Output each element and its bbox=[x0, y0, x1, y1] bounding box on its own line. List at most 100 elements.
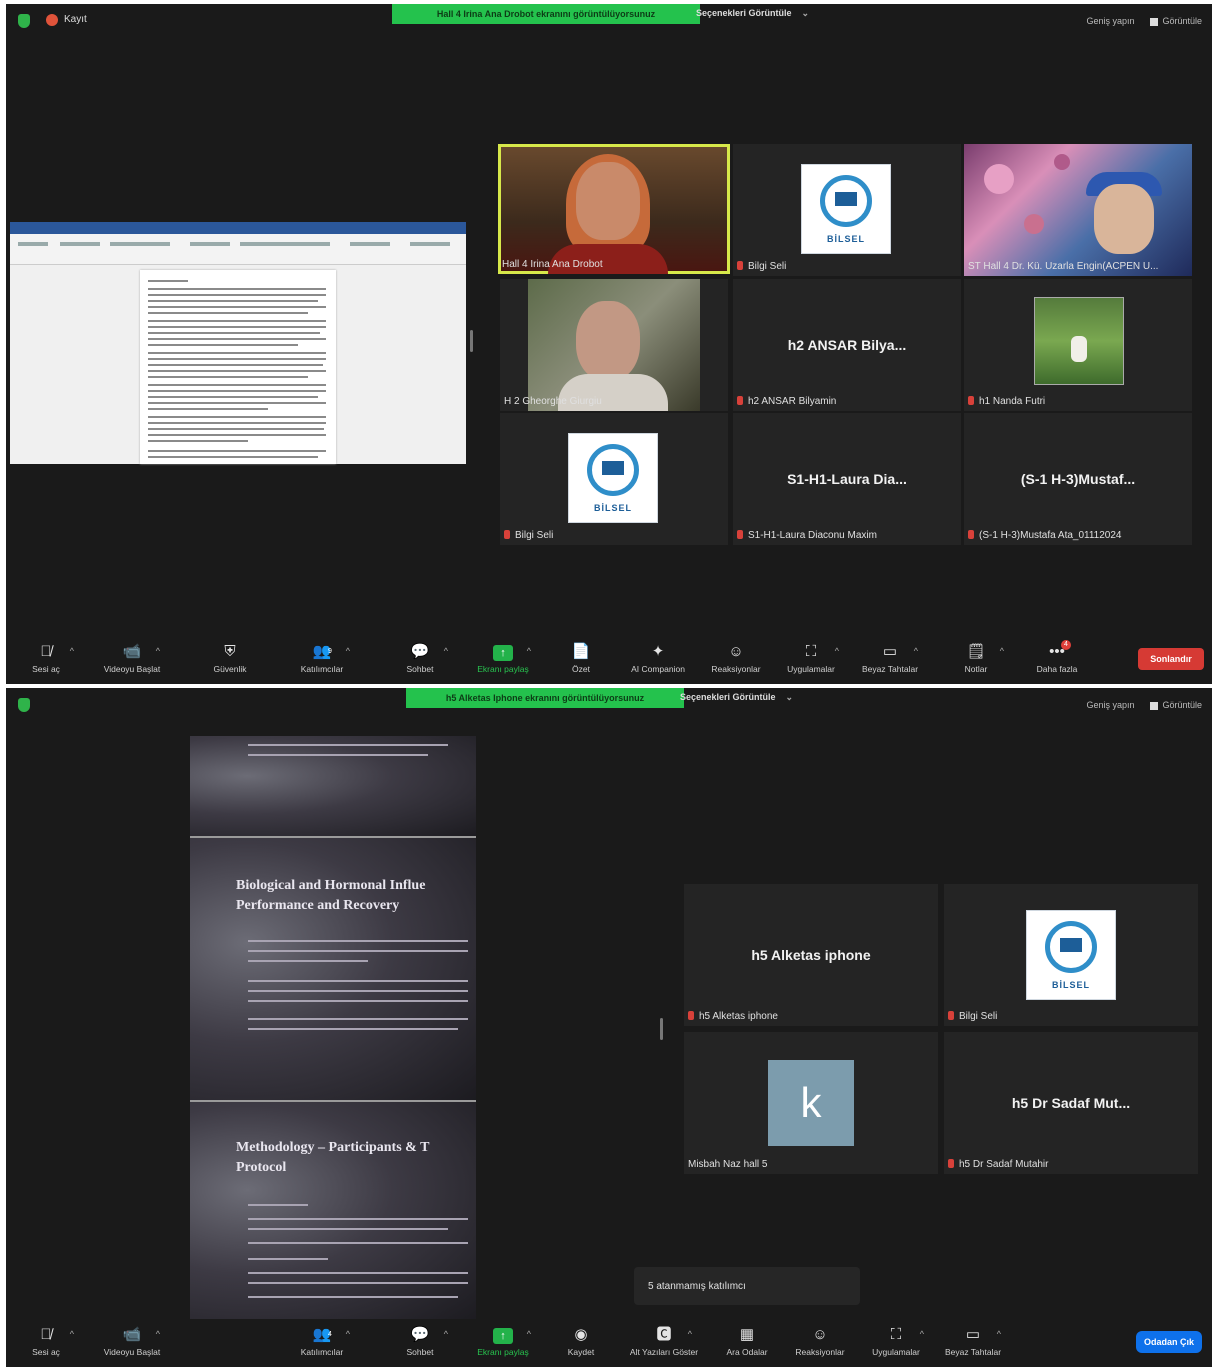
chat-button[interactable]: 💬 Sohbet ^ bbox=[380, 642, 460, 674]
chevron-up-icon[interactable]: ^ bbox=[70, 1329, 74, 1339]
ai-companion-label: AI Companion bbox=[631, 664, 685, 674]
record-button[interactable]: ◉ Kaydet bbox=[541, 1325, 621, 1357]
bilsel-logo: BİLSEL bbox=[1026, 910, 1116, 1000]
split-handle[interactable] bbox=[470, 330, 473, 352]
more-label: Daha fazla bbox=[1036, 664, 1078, 674]
chat-button[interactable]: 💬 Sohbet ^ bbox=[380, 1325, 460, 1357]
security-shield-icon[interactable] bbox=[18, 14, 30, 28]
chevron-up-icon[interactable]: ^ bbox=[527, 646, 531, 656]
unmute-button[interactable]: 🎙̸ Sesi aç ^ bbox=[6, 642, 86, 674]
participants-button[interactable]: 👥 4 Katılımcılar ^ bbox=[282, 1325, 362, 1357]
participant-tile[interactable]: H 2 Gheorghe Giurgiu bbox=[500, 279, 728, 411]
whiteboard-icon: ▭ bbox=[965, 1326, 981, 1343]
participant-tile[interactable]: BİLSEL Bilgi Seli bbox=[944, 884, 1198, 1026]
chevron-up-icon[interactable]: ^ bbox=[1000, 646, 1004, 656]
unassigned-participants-notice[interactable]: 5 atanmamış katılımcı bbox=[634, 1267, 860, 1305]
chevron-up-icon[interactable]: ^ bbox=[346, 1329, 350, 1339]
chevron-up-icon[interactable]: ^ bbox=[920, 1329, 924, 1339]
view-options-button[interactable]: Seçenekleri Görüntüle ⌄ bbox=[696, 8, 809, 19]
view-options-button[interactable]: Seçenekleri Görüntüle ⌄ bbox=[680, 692, 793, 703]
breakout-rooms-button[interactable]: ▦ Ara Odalar bbox=[707, 1325, 787, 1357]
record-label: Kaydet bbox=[567, 1347, 595, 1357]
notes-icon: 🗒 bbox=[966, 643, 986, 660]
avatar: k bbox=[768, 1060, 854, 1146]
participant-tile[interactable]: k Misbah Naz hall 5 bbox=[684, 1032, 938, 1174]
view-options-label: Seçenekleri Görüntüle bbox=[680, 692, 776, 702]
participant-tile[interactable]: h5 Dr Sadaf Mut... h5 Dr Sadaf Mutahir bbox=[944, 1032, 1198, 1174]
chevron-up-icon[interactable]: ^ bbox=[688, 1329, 692, 1339]
participant-tile[interactable]: Hall 4 Irina Ana Drobot bbox=[498, 144, 730, 274]
security-label: Güvenlik bbox=[213, 664, 247, 674]
chat-icon: 💬 bbox=[410, 1326, 430, 1343]
participant-tile[interactable]: h2 ANSAR Bilya... h2 ANSAR Bilyamin bbox=[733, 279, 961, 411]
breakout-rooms-label: Ara Odalar bbox=[726, 1347, 768, 1357]
leave-room-button[interactable]: Odadan Çık bbox=[1136, 1331, 1202, 1353]
summary-button[interactable]: 📄 Özet bbox=[541, 642, 621, 674]
participant-name: Bilgi Seli bbox=[948, 1011, 997, 1022]
view-options-label: Seçenekleri Görüntüle bbox=[696, 8, 792, 18]
captions-button[interactable]: 🅲 Alt Yazıları Göster ^ bbox=[624, 1325, 704, 1357]
apps-label: Uygulamalar bbox=[787, 664, 835, 674]
more-button[interactable]: ••• 4 Daha fazla bbox=[1017, 640, 1097, 674]
participant-tile[interactable]: ST Hall 4 Dr. Kü. Uzarla Engin(ACPEN U..… bbox=[964, 144, 1192, 276]
participant-display-name: S1-H1-Laura Dia... bbox=[787, 471, 907, 487]
view-button[interactable]: Görüntüle bbox=[1150, 16, 1202, 26]
chevron-up-icon[interactable]: ^ bbox=[997, 1329, 1001, 1339]
meeting-window-breakout: h5 Alketas Iphone ekranını görüntülüyors… bbox=[6, 688, 1212, 1367]
ai-companion-button[interactable]: ✦ AI Companion bbox=[618, 642, 698, 674]
chevron-up-icon[interactable]: ^ bbox=[444, 646, 448, 656]
start-video-button[interactable]: 📹 Videoyu Başlat ^ bbox=[92, 642, 172, 674]
apps-icon: ⛶ bbox=[890, 1326, 902, 1343]
video-off-icon: 📹 bbox=[122, 643, 142, 660]
meeting-toolbar: 🎙̸ Sesi aç ^ 📹 Videoyu Başlat ^ ⛨ Güvenlik 👥 9… bbox=[6, 636, 1212, 684]
whiteboards-button[interactable]: ▭ Beyaz Tahtalar ^ bbox=[933, 1325, 1013, 1357]
slide-title: Methodology – Participants & T bbox=[236, 1140, 430, 1155]
meeting-toolbar: 🎙̸ Sesi aç ^ 📹 Videoyu Başlat ^ 👥 4 Katılımcıl… bbox=[6, 1319, 1212, 1367]
security-shield-icon[interactable] bbox=[18, 698, 30, 712]
participant-tile[interactable]: (S-1 H-3)Mustaf... (S-1 H-3)Mustafa Ata_… bbox=[964, 413, 1192, 545]
share-screen-button[interactable]: ↑ Ekranı paylaş ^ bbox=[463, 642, 543, 674]
word-title-bar bbox=[10, 222, 466, 234]
mic-off-icon: 🎙̸ bbox=[40, 1326, 52, 1343]
end-meeting-button[interactable]: Sonlandır bbox=[1138, 648, 1204, 670]
start-video-button[interactable]: 📹 Videoyu Başlat ^ bbox=[92, 1325, 172, 1357]
top-bar: Kayıt Hall 4 Irina Ana Drobot ekranını g… bbox=[6, 4, 1212, 38]
participant-display-name: h2 ANSAR Bilya... bbox=[787, 337, 907, 353]
reactions-button[interactable]: ☺ Reaksiyonlar bbox=[780, 1325, 860, 1357]
whiteboards-button[interactable]: ▭ Beyaz Tahtalar ^ bbox=[850, 642, 930, 674]
participants-icon: 👥 9 bbox=[312, 643, 332, 660]
participant-name: h5 Dr Sadaf Mutahir bbox=[948, 1159, 1049, 1170]
chevron-up-icon[interactable]: ^ bbox=[914, 646, 918, 656]
profile-picture bbox=[1034, 297, 1124, 385]
apps-button[interactable]: ⛶ Uygulamalar ^ bbox=[771, 642, 851, 674]
participant-tile[interactable]: h5 Alketas iphone h5 Alketas iphone bbox=[684, 884, 938, 1026]
participant-tile[interactable]: S1-H1-Laura Dia... S1-H1-Laura Diaconu M… bbox=[733, 413, 961, 545]
chevron-up-icon[interactable]: ^ bbox=[70, 646, 74, 656]
participant-tile[interactable]: BİLSEL Bilgi Seli bbox=[500, 413, 728, 545]
participant-tile[interactable]: h1 Nanda Futri bbox=[964, 279, 1192, 411]
split-handle[interactable] bbox=[660, 1018, 663, 1040]
chevron-up-icon[interactable]: ^ bbox=[444, 1329, 448, 1339]
participant-tile[interactable]: BİLSEL Bilgi Seli bbox=[733, 144, 961, 276]
mic-muted-icon bbox=[968, 530, 974, 539]
view-button[interactable]: Görüntüle bbox=[1150, 700, 1202, 710]
share-screen-button[interactable]: ↑ Ekranı paylaş ^ bbox=[463, 1325, 543, 1357]
fullscreen-button[interactable]: Geniş yapın bbox=[1086, 700, 1134, 710]
participant-name: Hall 4 Irina Ana Drobot bbox=[502, 259, 603, 270]
meeting-window-main: Kayıt Hall 4 Irina Ana Drobot ekranını g… bbox=[6, 4, 1212, 684]
shared-screen-document bbox=[10, 222, 466, 464]
sparkle-icon: ✦ bbox=[651, 643, 665, 660]
chevron-up-icon[interactable]: ^ bbox=[156, 1329, 160, 1339]
chevron-up-icon[interactable]: ^ bbox=[527, 1329, 531, 1339]
fullscreen-button[interactable]: Geniş yapın bbox=[1086, 16, 1134, 26]
mic-muted-icon bbox=[737, 530, 743, 539]
apps-button[interactable]: ⛶ Uygulamalar ^ bbox=[856, 1325, 936, 1357]
security-button[interactable]: ⛨ Güvenlik bbox=[190, 642, 270, 674]
reactions-button[interactable]: ☺ Reaksiyonlar bbox=[696, 642, 776, 674]
chevron-up-icon[interactable]: ^ bbox=[346, 646, 350, 656]
chevron-up-icon[interactable]: ^ bbox=[156, 646, 160, 656]
unmute-button[interactable]: 🎙̸ Sesi aç ^ bbox=[6, 1325, 86, 1357]
participants-button[interactable]: 👥 9 Katılımcılar ^ bbox=[282, 642, 362, 674]
notes-button[interactable]: 🗒 Notlar ^ bbox=[936, 642, 1016, 674]
chevron-up-icon[interactable]: ^ bbox=[835, 646, 839, 656]
